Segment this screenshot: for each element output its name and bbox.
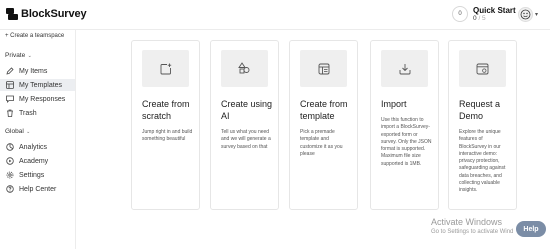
sidebar-item-trash[interactable]: Trash	[0, 107, 75, 119]
card-create-from-scratch[interactable]: Create from scratch Jump right in and bu…	[131, 40, 200, 210]
activate-windows-subtitle: Go to Settings to activate Wind	[431, 229, 514, 235]
gear-icon	[6, 171, 14, 179]
quick-start-title[interactable]: Quick Start	[473, 6, 516, 15]
card-title: Import	[381, 99, 407, 109]
global-section-toggle[interactable]: Global ⌄	[5, 128, 30, 135]
create-teamspace-link[interactable]: + Create a teamspace	[5, 33, 64, 39]
quick-start-total: / 5	[478, 15, 486, 22]
card-title: Request a Demo	[459, 99, 501, 121]
sidebar-item-my-responses[interactable]: My Responses	[0, 93, 75, 105]
global-section-label: Global	[5, 128, 24, 135]
sidebar-item-label: Academy	[19, 157, 49, 165]
sidebar-item-my-templates[interactable]: My Templates	[0, 79, 75, 91]
card-icon-tile	[300, 50, 347, 87]
top-bar: BlockSurvey 0 Quick Start 0 / 5 ▾	[0, 0, 550, 30]
sidebar-item-label: Trash	[19, 109, 37, 117]
demo-browser-icon	[476, 63, 489, 74]
template-icon	[6, 81, 14, 89]
card-title: Create from scratch	[142, 99, 190, 121]
chevron-down-icon: ⌄	[26, 53, 32, 59]
sidebar-item-label: My Items	[19, 67, 48, 75]
responses-icon	[6, 95, 14, 103]
card-title: Create using AI	[221, 99, 273, 121]
avatar	[518, 7, 533, 22]
card-icon-tile	[142, 50, 189, 87]
template-layout-icon	[318, 63, 329, 74]
card-request-a-demo[interactable]: Request a Demo Explore the unique featur…	[448, 40, 517, 210]
private-section-toggle[interactable]: Private ⌄	[5, 52, 32, 59]
user-menu[interactable]: ▾	[518, 7, 538, 22]
sidebar: + Create a teamspace Private ⌄ My Items …	[0, 30, 76, 249]
card-create-from-template[interactable]: Create from template Pick a premade temp…	[289, 40, 358, 210]
sidebar-item-help-center[interactable]: Help Center	[0, 183, 75, 195]
add-square-icon	[160, 63, 171, 74]
quick-start-count: 0 / 5	[473, 15, 486, 22]
chevron-down-icon: ⌄	[24, 129, 31, 135]
help-button[interactable]: Help	[516, 221, 546, 237]
activate-windows-title: Activate Windows	[431, 217, 503, 227]
quick-start-progress-ring[interactable]: 0	[452, 6, 468, 22]
sidebar-item-academy[interactable]: Academy	[0, 155, 75, 167]
app-name: BlockSurvey	[21, 8, 87, 20]
sidebar-item-label: My Templates	[19, 81, 63, 89]
card-description: Explore the unique features of BlockSurv…	[459, 129, 506, 194]
private-section-label: Private	[5, 52, 26, 59]
sidebar-item-settings[interactable]: Settings	[0, 169, 75, 181]
trash-icon	[6, 109, 14, 117]
card-description: Jump right in and build something beauti…	[142, 129, 193, 143]
sidebar-item-label: Help Center	[19, 185, 57, 193]
sidebar-item-label: Analytics	[19, 143, 48, 151]
card-import[interactable]: Import Use this function to import a Blo…	[370, 40, 439, 210]
academy-icon	[6, 157, 14, 165]
card-icon-tile	[459, 50, 506, 87]
help-circle-icon	[6, 185, 14, 193]
card-icon-tile	[381, 50, 428, 87]
analytics-icon	[6, 143, 14, 151]
card-description: Tell us what you need and we will genera…	[221, 129, 271, 150]
card-create-using-ai[interactable]: Create using AI Tell us what you need an…	[210, 40, 279, 210]
import-icon	[399, 63, 410, 74]
sidebar-item-my-items[interactable]: My Items	[0, 65, 75, 77]
face-icon	[520, 9, 531, 20]
chevron-down-icon: ▾	[535, 12, 539, 18]
sidebar-item-analytics[interactable]: Analytics	[0, 141, 75, 153]
card-title: Create from template	[300, 99, 348, 121]
sidebar-item-label: My Responses	[19, 95, 66, 103]
quick-start-ring-value: 0	[458, 11, 462, 17]
quick-start-done: 0	[473, 15, 477, 22]
card-description: Pick a premade template and customize it…	[300, 129, 343, 157]
card-icon-tile	[221, 50, 268, 87]
pen-icon	[6, 67, 14, 75]
blocksurvey-logo-icon	[6, 8, 18, 20]
sidebar-item-label: Settings	[19, 171, 45, 179]
logo[interactable]: BlockSurvey	[6, 8, 87, 20]
ai-shapes-icon	[238, 62, 250, 74]
card-description: Use this function to import a BlockSurve…	[381, 117, 432, 167]
